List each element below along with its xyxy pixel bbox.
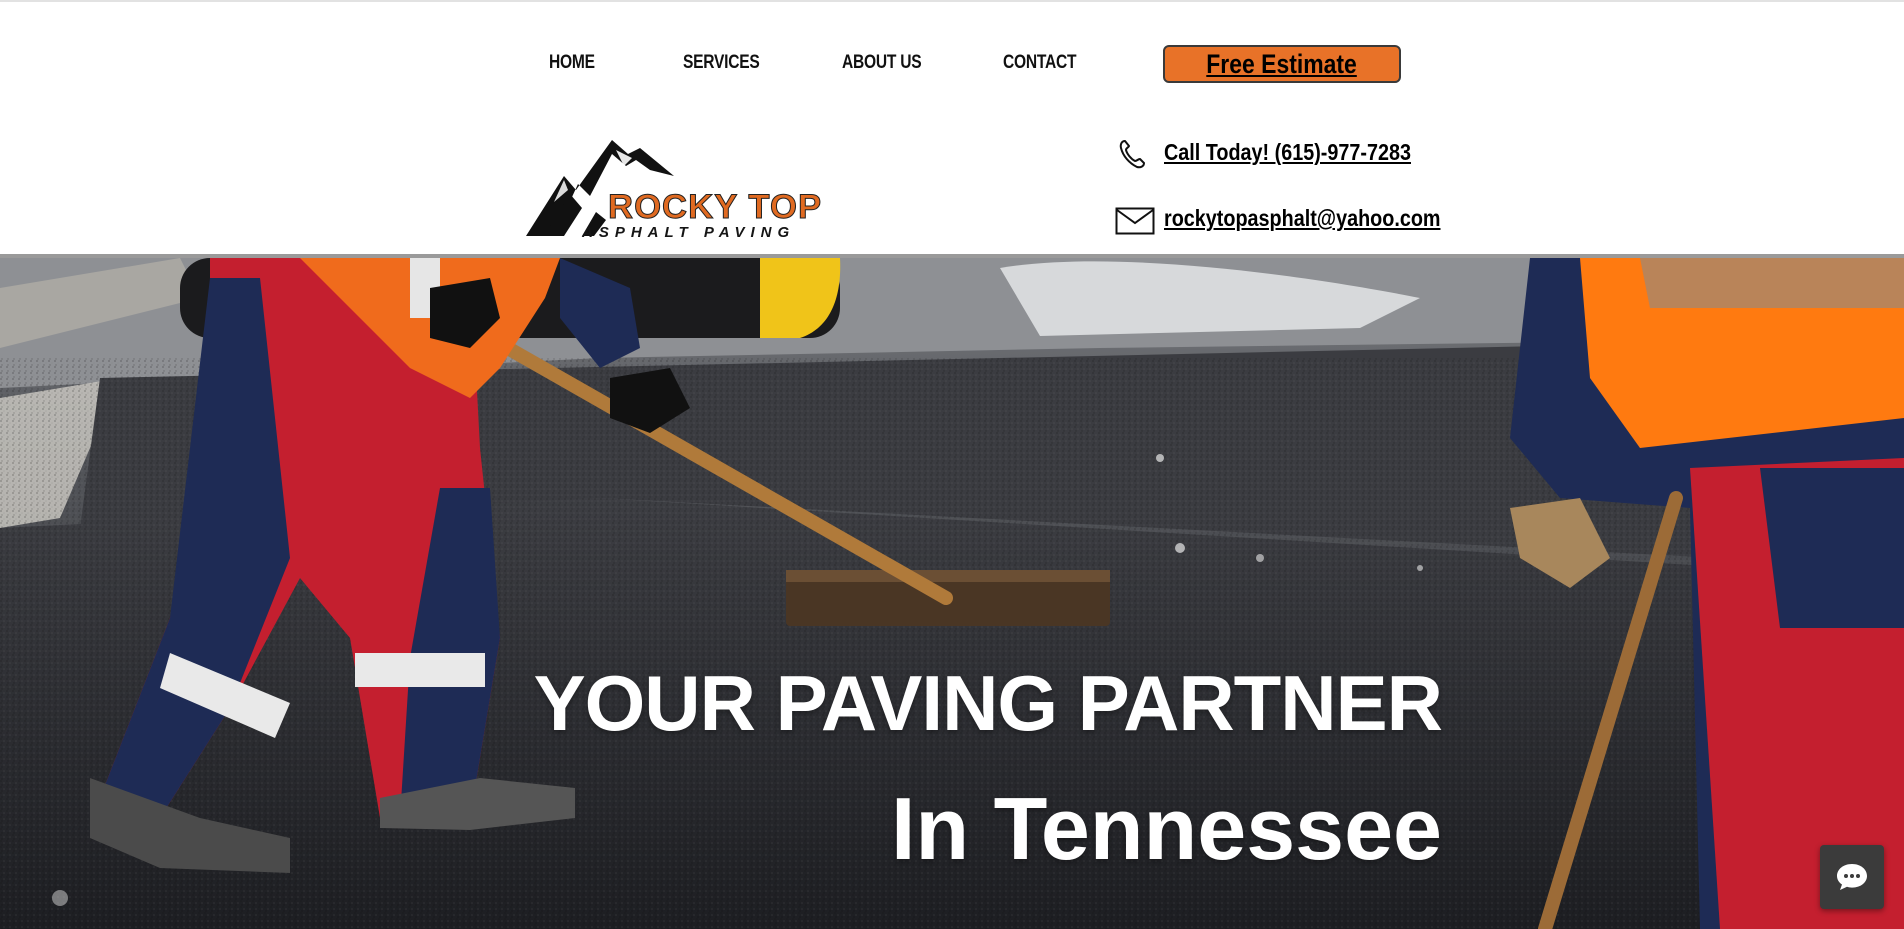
nav-services[interactable]: SERVICES [683,52,760,74]
free-estimate-label: Free Estimate [1206,48,1358,79]
phone-row [1112,138,1152,170]
logo-subtitle: ASPHALT PAVING [582,224,796,241]
hero-section: YOUR PAVING PARTNER In Tennessee [0,258,1904,929]
nav-contact[interactable]: CONTACT [1003,52,1077,74]
email-link[interactable]: rockytopasphalt@yahoo.com [1164,205,1440,232]
site-header: HOME SERVICES ABOUT US CONTACT Free Esti… [0,0,1904,254]
free-estimate-button[interactable]: Free Estimate [1163,45,1401,83]
logo-title: ROCKY TOP [607,188,823,227]
chat-button[interactable] [1820,845,1884,909]
phone-link[interactable]: Call Today! (615)-977-7283 [1164,139,1411,166]
chat-icon [1837,864,1867,890]
nav-home[interactable]: HOME [549,52,595,74]
hero-title: YOUR PAVING PARTNER [533,659,1443,747]
company-logo[interactable]: ROCKY TOP ASPHALT PAVING [524,136,822,241]
envelope-icon [1115,205,1155,237]
nav-about-us[interactable]: ABOUT US [842,52,922,74]
phone-icon [1112,138,1152,170]
hero-subtitle: In Tennessee [890,779,1442,878]
email-row [1115,205,1155,237]
page: HOME SERVICES ABOUT US CONTACT Free Esti… [0,0,1904,929]
